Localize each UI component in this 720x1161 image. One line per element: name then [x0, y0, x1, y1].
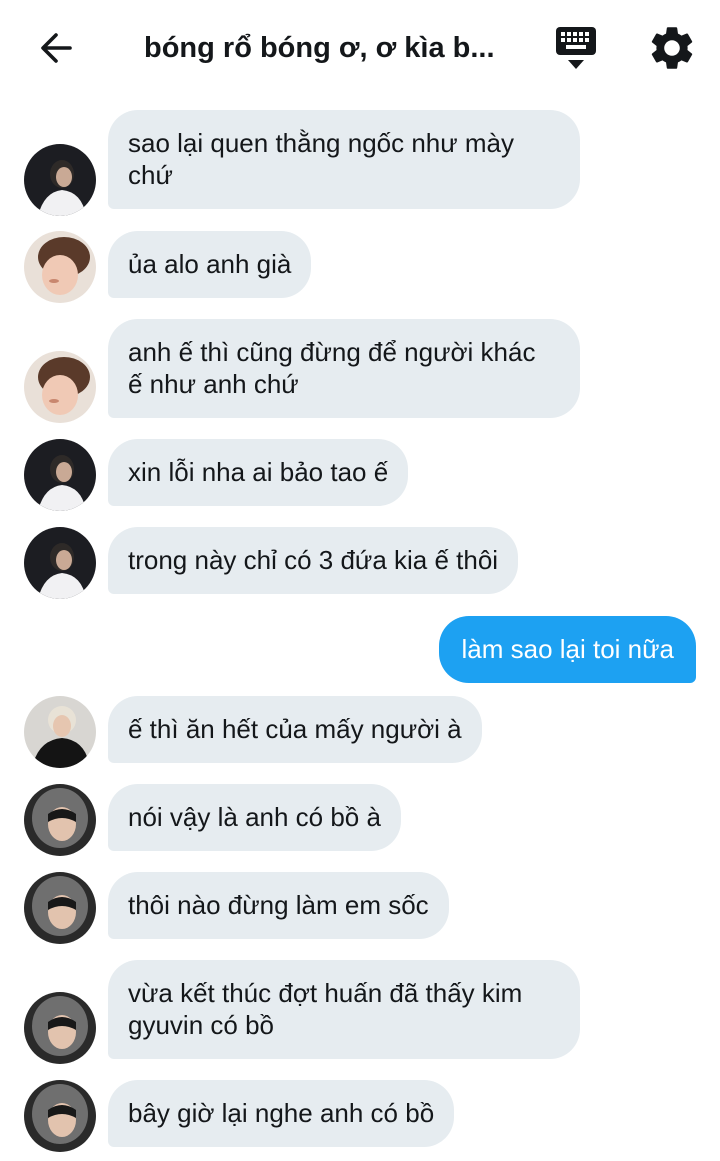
message-bubble[interactable]: sao lại quen thằng ngốc như mày chứ [108, 110, 580, 209]
keyboard-icon [556, 27, 596, 69]
message-bubble[interactable]: bây giờ lại nghe anh có bồ [108, 1080, 455, 1147]
message-bubble-outgoing[interactable]: làm sao lại toi nữa [439, 616, 696, 683]
message-bubble[interactable]: ủa alo anh già [108, 231, 312, 298]
arrow-left-icon [41, 33, 72, 63]
message-bubble[interactable]: nói vậy là anh có bồ à [108, 784, 401, 851]
keyboard-button[interactable] [552, 24, 600, 72]
chat-header: bóng rổ bóng ơ, ơ kìa b... [0, 0, 720, 96]
message-bubble[interactable]: xin lỗi nha ai bảo tao ế [108, 439, 409, 506]
avatar[interactable] [24, 231, 96, 303]
avatar[interactable] [24, 992, 96, 1064]
avatar[interactable] [24, 1080, 96, 1152]
avatar[interactable] [24, 351, 96, 423]
message-bubble[interactable]: trong này chỉ có 3 đứa kia ế thôi [108, 527, 519, 594]
settings-button[interactable] [646, 22, 698, 74]
message-bubble[interactable]: thôi nào đừng làm em sốc [108, 872, 449, 939]
avatar[interactable] [24, 144, 96, 216]
message-bubble[interactable]: anh ế thì cũng đừng để người khác ế như … [108, 319, 580, 418]
message-bubble[interactable]: vừa kết thúc đợt huấn đã thấy kim gyuvin… [108, 960, 580, 1059]
avatar[interactable] [24, 696, 96, 768]
avatar[interactable] [24, 527, 96, 599]
back-button[interactable] [30, 26, 82, 70]
avatar[interactable] [24, 872, 96, 944]
avatar[interactable] [24, 784, 96, 856]
gear-icon [651, 27, 693, 69]
message-bubble[interactable]: ế thì ăn hết của mấy người à [108, 696, 482, 763]
conversation-title[interactable]: bóng rổ bóng ơ, ơ kìa b... [144, 28, 500, 68]
avatar[interactable] [24, 439, 96, 511]
